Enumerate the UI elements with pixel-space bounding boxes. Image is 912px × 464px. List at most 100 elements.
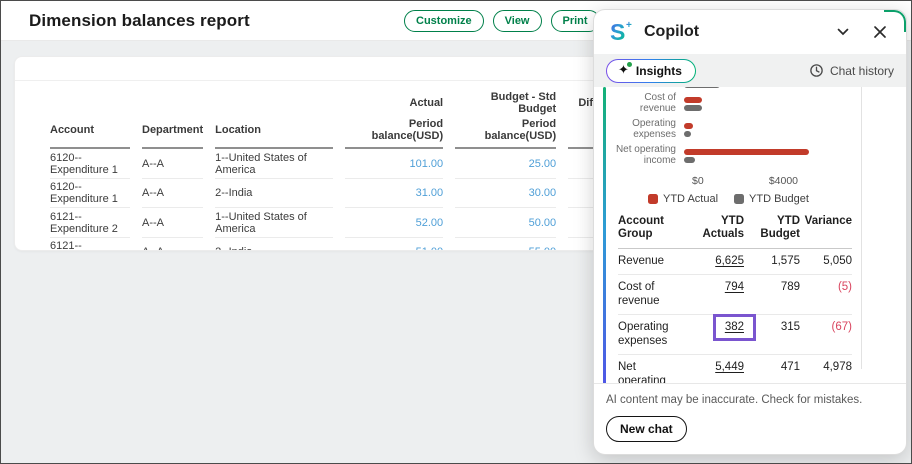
report-row: 6121--Expenditure 2 A--A 2--India 51.00 55.0… [50,238,632,252]
cell-department: A--A [142,238,203,252]
cell-account: 6121--Expenditure 2 [50,238,130,252]
cell-variance: (5) [800,275,852,315]
scroll-area-divider[interactable] [861,87,862,369]
customize-button[interactable]: Customize [404,10,484,32]
col-actual-period-balance: Period balance(USD) [345,118,443,149]
view-button[interactable]: View [493,10,542,32]
copilot-header: S + Copilot [594,10,906,54]
ytd-actual-bar [684,149,809,155]
app-window: Dimension balances report Customize View… [0,0,912,464]
chart-category-row: Revenue [614,87,860,88]
report-table-body: 6120--Expenditure 1 A--A 1--United States … [50,149,632,251]
cell-department: A--A [142,179,203,209]
svg-text:S: S [610,19,625,45]
chart-category-label: Operating expenses [614,119,684,140]
legend-item: YTD Budget [734,193,809,205]
col-ytd-actuals: YTD Actuals [686,213,744,249]
sparkle-icon: ✦ [618,64,629,77]
x-tick-zero: $0 [692,175,704,187]
actual-value-link[interactable]: 101.00 [409,158,443,170]
insights-button[interactable]: ✦ Insights [606,59,696,83]
legend-item: YTD Actual [648,193,718,205]
cell-account: 6120--Expenditure 1 [50,149,130,179]
insight-row: Net operating income5,4494714,978 [618,355,852,384]
budget-value-link[interactable]: 50.00 [529,217,557,229]
insight-table-body: Revenue 6,6251,5755,050 Cost of revenue 794… [618,249,852,384]
dimension-balances-table: Actual Budget - Std Budget Difference Ac… [38,91,644,251]
svg-text:+: + [626,20,632,31]
actual-value-link[interactable]: 52.00 [416,217,444,229]
ytd-actuals-link[interactable]: 794 [725,281,744,293]
cell-ytd-budget: 789 [744,275,800,315]
cell-location: 2--India [215,179,333,209]
col-account-group: Account Group [618,213,686,249]
ytd-actual-bar [684,97,702,103]
cell-variance: (67) [800,315,852,355]
copilot-panel: S + Copilot ✦ Insights [593,9,907,455]
chart-category-label: Net operating income [614,145,684,166]
ytd-actuals-link[interactable]: 5,449 [715,361,744,373]
report-row: 6121--Expenditure 2A--A1--United States … [50,208,632,238]
chart-category-label: Cost of revenue [614,93,684,114]
cell-account: 6120--Expenditure 1 [50,179,130,209]
collapse-chevron-down-icon[interactable] [833,22,853,42]
col-location: Location [215,118,333,149]
insight-row: Operating expenses382315(67) [618,315,852,355]
new-chat-button[interactable]: New chat [606,416,687,442]
cell-location: 2--India [215,238,333,252]
x-tick-4000: $4000 [769,175,798,187]
copilot-title: Copilot [644,23,699,41]
cell-location: 1--United States of America [215,208,333,238]
col-variance: Variance [800,213,852,249]
ytd-budget-bar [684,131,691,137]
insight-row: Cost of revenue 794789(5) [618,275,852,315]
clock-history-icon [809,63,824,78]
budget-value-link[interactable]: 55.00 [529,246,557,251]
col-budget-period-balance: Period balance(USD) [455,118,556,149]
col-group-budget: Budget - Std Budget [455,91,556,118]
insight-row: Revenue 6,6251,5755,050 [618,249,852,275]
ytd-budget-bar [684,157,695,163]
actual-value-link[interactable]: 51.00 [416,246,444,251]
cell-department: A--A [142,149,203,179]
cell-ytd-budget: 471 [744,355,800,384]
copilot-insight-body: RevenueCost of revenueOperating expenses… [594,87,906,383]
panel-corner-accent [884,10,906,32]
ytd-budget-bar [684,87,720,88]
chat-history-button[interactable]: Chat history [809,63,894,78]
report-row: 6120--Expenditure 1 A--A 1--United States … [50,149,632,179]
budget-value-link[interactable]: 30.00 [529,187,557,199]
group-header-row: Actual Budget - Std Budget Difference [50,91,632,118]
cell-variance: 5,050 [800,249,852,275]
copilot-footer: AI content may be inaccurate. Check for … [594,383,906,454]
ytd-actuals-link[interactable]: 6,625 [715,255,744,267]
chart-x-axis: $0 $4000 [692,175,860,187]
cell-variance: 4,978 [800,355,852,384]
chart-category-row: Operating expenses [614,119,860,140]
cell-account-group: Revenue [618,249,686,275]
chart-category-row: Net operating income [614,145,860,166]
budget-value-link[interactable]: 25.00 [529,158,557,170]
ai-disclaimer: AI content may be inaccurate. Check for … [606,394,894,406]
actual-value-link[interactable]: 31.00 [416,187,444,199]
col-ytd-budget: YTD Budget [744,213,800,249]
column-header-row: Account Department Location Period balan… [50,118,632,149]
cell-ytd-budget: 1,575 [744,249,800,275]
insight-table: Account Group YTD Actuals YTD Budget Var… [618,213,852,383]
legend-swatch-icon [734,194,744,204]
highlight-box: 382 [716,317,753,338]
cell-account-group: Cost of revenue [618,275,686,315]
ytd-actuals-link[interactable]: 382 [725,321,744,333]
cell-location: 1--United States of America [215,149,333,179]
col-account: Account [50,118,130,149]
col-department: Department [142,118,203,149]
ytd-actual-bar [684,123,693,129]
insight-header-row: Account Group YTD Actuals YTD Budget Var… [618,213,852,249]
chart-category-row: Cost of revenue [614,93,860,114]
ytd-budget-bar [684,105,702,111]
page-title: Dimension balances report [29,11,250,31]
chart-rows: Revenue Cost of revenue Operating expenses… [614,87,860,166]
cell-account-group: Operating expenses [618,315,686,355]
insight-accent-bar [603,87,606,383]
copilot-toolbar: ✦ Insights Chat history [594,54,906,87]
